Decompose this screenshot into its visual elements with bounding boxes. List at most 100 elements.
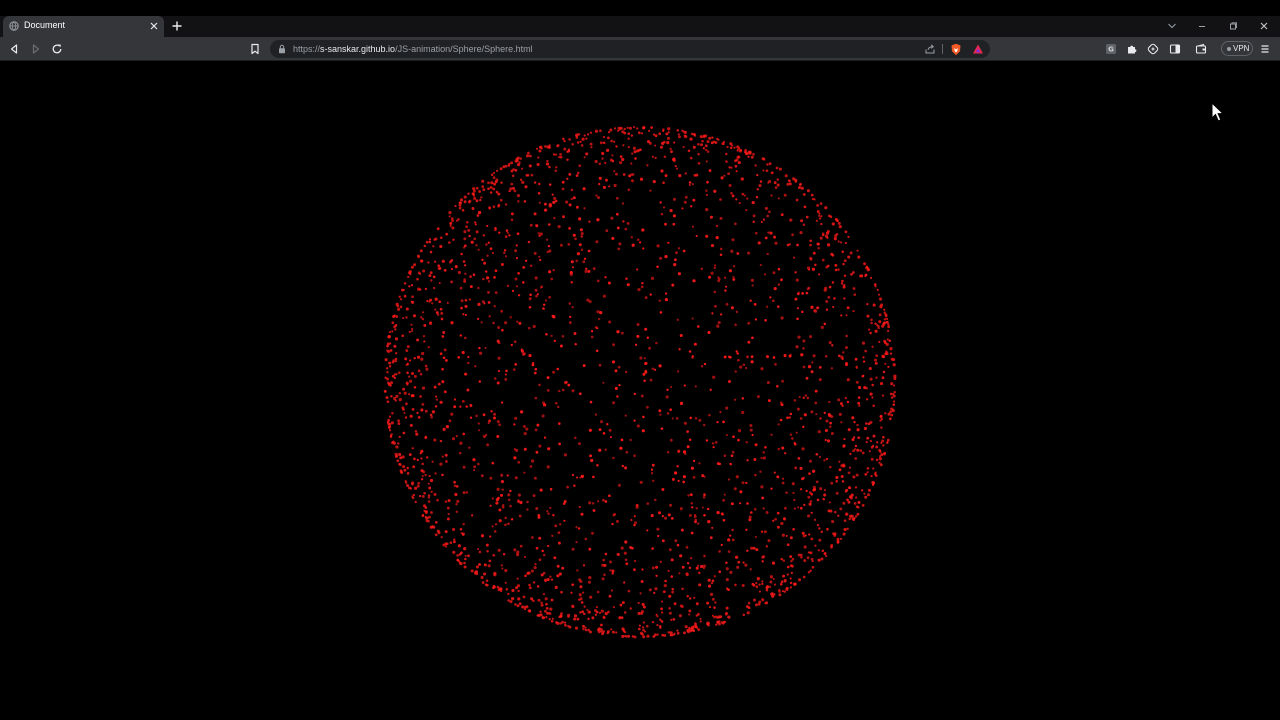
particle	[589, 131, 593, 134]
particle	[530, 597, 534, 601]
particle	[588, 611, 591, 614]
particle	[838, 468, 842, 472]
particle	[716, 462, 720, 466]
particle	[849, 452, 852, 456]
particle	[728, 166, 731, 169]
minimize-icon[interactable]	[1197, 21, 1207, 31]
particle	[648, 588, 652, 592]
address-bar[interactable]: https://s-sanskar.github.io/JS-animation…	[270, 40, 990, 58]
particle	[469, 404, 473, 407]
particle	[594, 613, 598, 617]
particle	[482, 234, 485, 237]
particle	[612, 606, 616, 609]
url-path: /JS-animation/Sphere/Sphere.html	[395, 44, 533, 54]
particle	[756, 173, 759, 177]
maximize-icon[interactable]	[1228, 21, 1238, 31]
particle	[850, 514, 854, 518]
particle	[708, 413, 711, 417]
particle	[539, 286, 543, 289]
particle	[863, 492, 866, 495]
particle	[618, 383, 621, 387]
particle	[413, 457, 416, 461]
menu-icon[interactable]	[1259, 43, 1271, 55]
particle	[441, 455, 444, 458]
back-icon[interactable]	[8, 43, 20, 55]
wallet-icon[interactable]	[1195, 43, 1207, 55]
particle	[420, 477, 424, 481]
particle	[821, 549, 825, 553]
particle	[667, 569, 670, 573]
particle	[500, 181, 503, 185]
lock-icon[interactable]	[278, 44, 286, 54]
particle	[725, 160, 728, 163]
particle	[742, 561, 745, 564]
tab-document[interactable]: Document	[3, 16, 164, 37]
particle	[438, 282, 441, 285]
puzzle-icon[interactable]	[1126, 43, 1138, 55]
particle	[538, 182, 541, 186]
particle	[575, 541, 578, 544]
particle	[640, 580, 644, 583]
share-icon[interactable]	[924, 43, 936, 55]
particle	[789, 433, 793, 436]
particle	[422, 269, 426, 273]
particle	[423, 492, 426, 495]
particle	[758, 583, 761, 586]
particle	[777, 197, 780, 200]
particle	[454, 492, 458, 497]
particle	[417, 287, 421, 291]
particle	[655, 341, 658, 345]
particle	[467, 355, 470, 359]
particle	[854, 444, 858, 448]
particle	[551, 193, 554, 196]
particle	[617, 483, 621, 487]
particle	[507, 592, 510, 596]
extension-g-icon[interactable]: G	[1105, 43, 1117, 55]
particle	[393, 344, 397, 348]
particle	[770, 194, 773, 197]
particle	[706, 621, 710, 625]
close-icon[interactable]	[1259, 21, 1269, 31]
particle	[762, 507, 765, 510]
particle	[686, 445, 690, 449]
particle	[829, 425, 832, 428]
chevron-down-icon[interactable]	[1167, 22, 1177, 30]
particle	[516, 584, 521, 588]
particle	[890, 382, 894, 386]
particle	[558, 422, 561, 425]
particle	[464, 554, 467, 557]
vpn-button[interactable]: VPN	[1221, 41, 1253, 56]
particle	[831, 222, 835, 226]
particle	[887, 323, 890, 326]
particle	[769, 231, 773, 235]
leo-icon[interactable]	[1147, 43, 1159, 55]
particle	[662, 128, 665, 131]
particle	[544, 609, 547, 613]
particle	[405, 349, 409, 353]
particle	[426, 519, 430, 523]
particle	[653, 633, 657, 637]
rewards-icon[interactable]	[972, 43, 984, 55]
particle	[802, 396, 805, 399]
particle	[443, 390, 447, 394]
particle	[527, 571, 531, 575]
sidebar-icon[interactable]	[1169, 43, 1181, 55]
particle	[722, 420, 725, 424]
particle	[870, 457, 874, 461]
particle	[390, 394, 393, 398]
particle	[758, 184, 762, 188]
particle	[715, 615, 718, 618]
plus-icon[interactable]	[171, 20, 183, 32]
forward-icon[interactable]	[30, 43, 42, 55]
brave-shield-icon[interactable]	[950, 43, 962, 56]
bookmark-icon[interactable]	[249, 43, 261, 55]
particle	[475, 199, 479, 203]
particle	[613, 170, 616, 173]
particle	[762, 169, 765, 172]
particle	[714, 601, 717, 604]
particle	[781, 379, 784, 383]
close-icon[interactable]	[149, 21, 159, 31]
page-canvas[interactable]	[0, 62, 1280, 720]
reload-icon[interactable]	[51, 43, 63, 55]
particle	[554, 585, 558, 590]
